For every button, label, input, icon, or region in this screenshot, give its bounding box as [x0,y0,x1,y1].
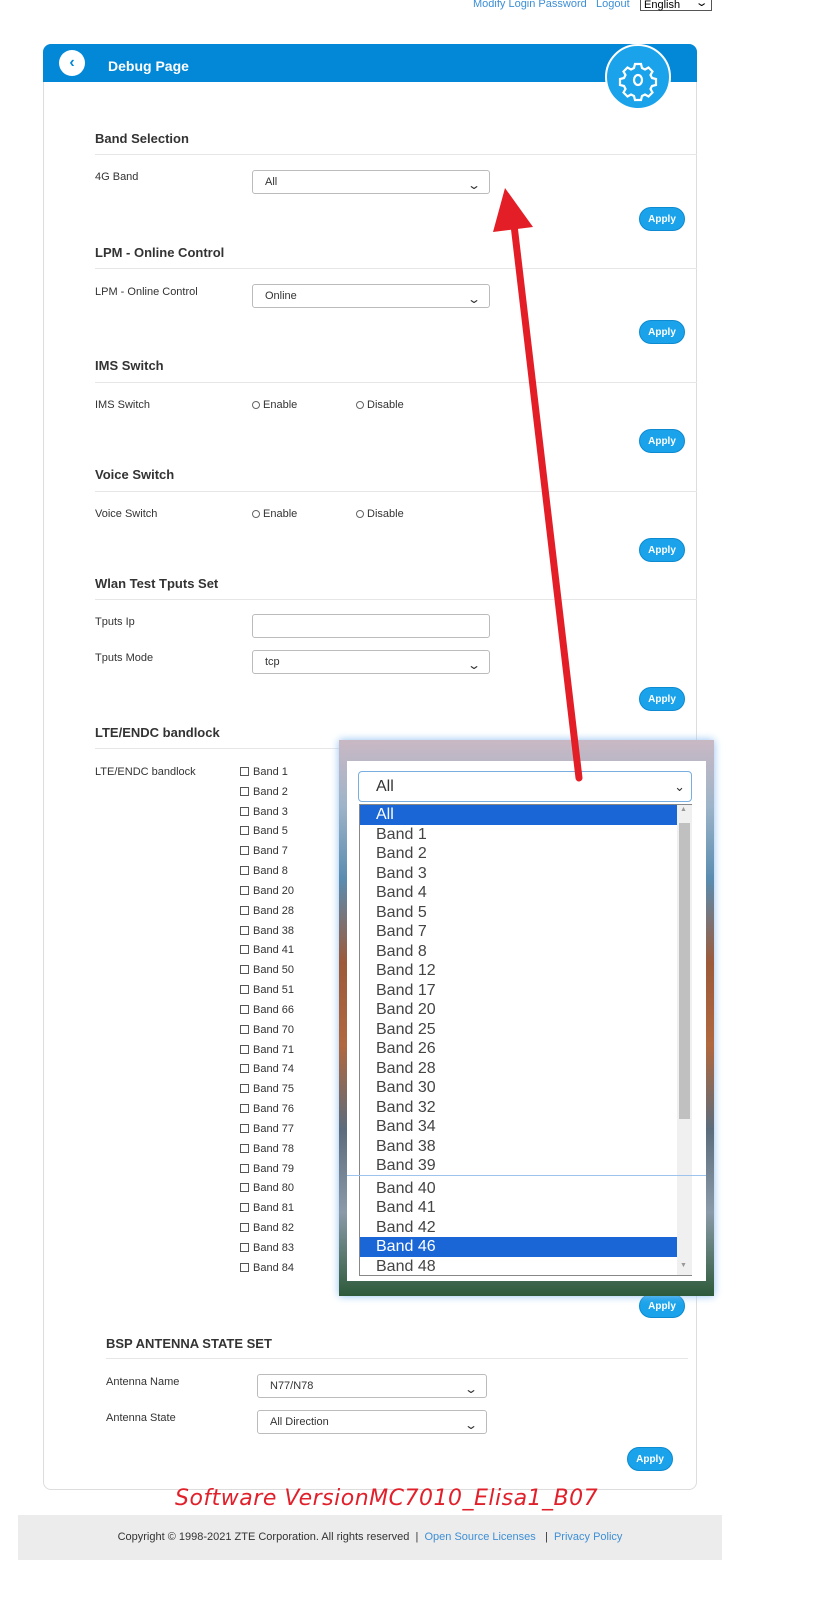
software-version-annotation: Software VersionMC7010_Elisa1_B07 [175,1486,599,1511]
separator: | [415,1531,419,1543]
open-source-link[interactable]: Open Source Licenses [425,1531,536,1543]
privacy-policy-link[interactable]: Privacy Policy [554,1531,622,1543]
red-arrow-annotation [493,188,583,782]
separator: | [544,1531,548,1543]
copyright-text: Copyright © 1998-2021 ZTE Corporation. A… [117,1531,410,1543]
arrow-head [493,188,533,232]
arrow-shaft [510,221,583,782]
footer: Copyright © 1998-2021 ZTE Corporation. A… [18,1515,722,1560]
